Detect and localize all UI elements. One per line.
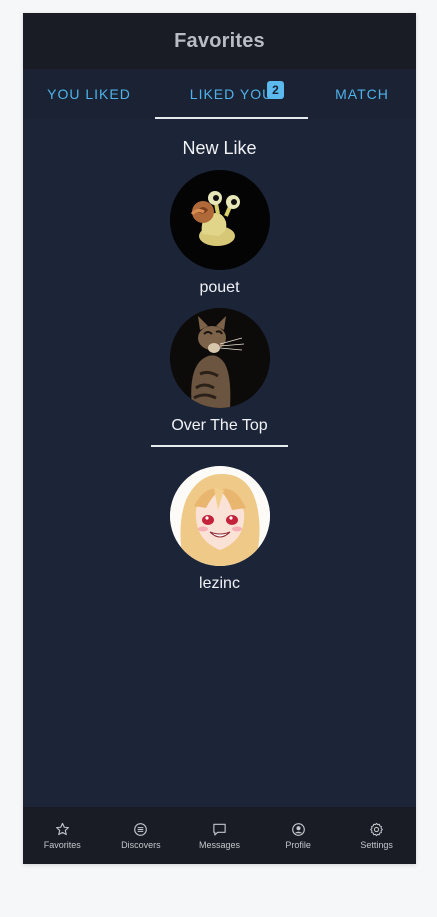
profile-name: lezinc (199, 575, 240, 592)
page-title: Favorites (174, 29, 265, 52)
gear-icon (370, 822, 383, 836)
section-divider (151, 445, 288, 447)
anime-portrait-icon (169, 466, 270, 566)
nav-label: Favorites (43, 839, 81, 850)
nav-label: Settings (360, 839, 393, 850)
chat-icon (213, 823, 226, 835)
nav-label: Profile (285, 839, 311, 850)
active-tab-indicator (155, 117, 308, 119)
star-icon (55, 822, 69, 835)
avatar-snail (169, 170, 270, 270)
bottom-navigation: Favorites Discovers Messages Profile Set… (23, 807, 416, 864)
nav-item-messages[interactable]: Messages (180, 807, 259, 864)
tab-label: LIKED YOU (189, 86, 274, 102)
nav-label: Messages (198, 839, 240, 850)
tab-match[interactable]: MATCH (308, 69, 416, 119)
tab-label: MATCH (335, 86, 389, 102)
nav-label: Discovers (121, 839, 161, 850)
avatar-anime-girl (169, 466, 270, 566)
count-badge: 2 (267, 81, 284, 99)
tab-you-liked[interactable]: YOU LIKED (23, 69, 155, 119)
profile-card-lezinc[interactable]: lezinc (23, 466, 416, 593)
favorites-tabs: YOU LIKED LIKED YOU 2 MATCH (23, 69, 416, 119)
section-title-new-like: New Like (182, 138, 257, 158)
nav-item-profile[interactable]: Profile (259, 807, 338, 864)
cat-icon (169, 308, 270, 408)
tab-label: YOU LIKED (47, 86, 131, 102)
profile-card-pouet[interactable]: pouet (23, 170, 416, 297)
list-icon (134, 822, 148, 836)
nav-item-settings[interactable]: Settings (337, 807, 416, 864)
profile-name: Over The Top (171, 417, 268, 434)
nav-item-favorites[interactable]: Favorites (23, 807, 102, 864)
snail-icon (169, 170, 270, 270)
app-screen: Favorites YOU LIKED LIKED YOU 2 MATCH Ne… (23, 13, 416, 864)
nav-item-discovers[interactable]: Discovers (102, 807, 181, 864)
tab-liked-you[interactable]: LIKED YOU 2 (155, 69, 308, 119)
app-bar: Favorites (23, 13, 416, 69)
profile-card-over-the-top[interactable]: Over The Top (23, 308, 416, 435)
user-circle-icon (291, 822, 305, 836)
profile-name: pouet (199, 279, 240, 296)
avatar-cat (169, 308, 270, 408)
